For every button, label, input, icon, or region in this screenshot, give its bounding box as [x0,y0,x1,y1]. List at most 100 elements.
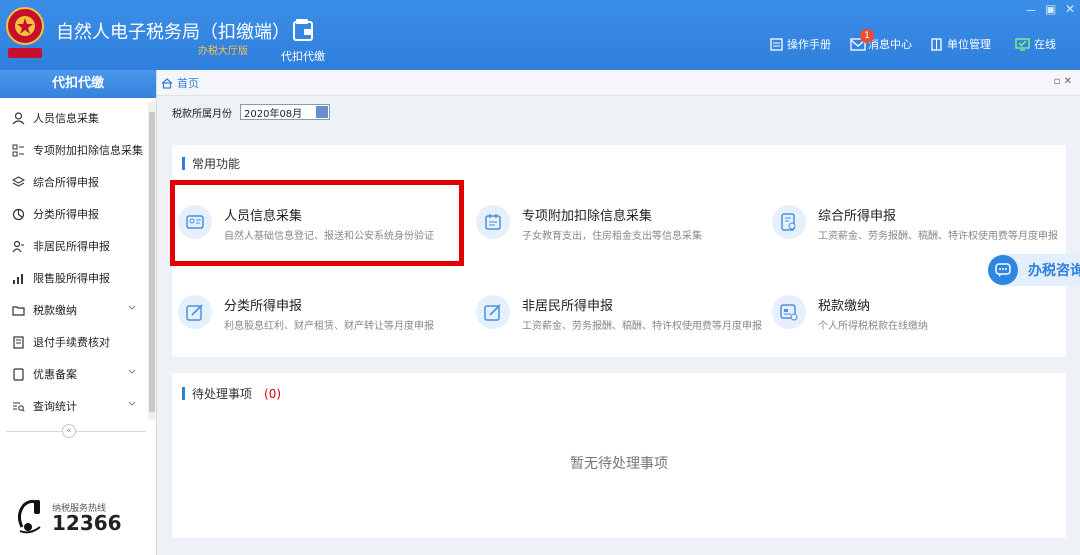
layers-icon [12,175,25,187]
sidebar-item-label: 税款缴纳 [33,304,77,317]
sidebar-item-refund-fee-check[interactable]: 退付手续费核对 [0,326,148,358]
person-icon [12,111,25,124]
function-card-title: 分类所得申报 [224,299,303,314]
pending-count: (0) [264,386,282,401]
divider [6,431,146,432]
online-status-link[interactable]: 在线 [1015,36,1056,52]
sidebar-item-label: 退付手续费核对 [33,336,110,349]
hotline-number: 12366 [52,511,122,535]
message-center-label: 消息中心 [868,38,912,51]
form-icon [772,205,806,239]
pending-empty-message: 暂无待处理事项 [570,456,668,472]
app-subtitle: 办税大厅版 [198,46,248,57]
period-label: 税款所属月份 [172,108,232,120]
close-button[interactable]: ✕ [1065,2,1075,16]
function-card-desc: 工资薪金、劳务报酬、稿酬、特许权使用费等月度申报 [522,321,762,332]
calendar-icon [476,205,510,239]
sidebar: 代扣代缴 人员信息采集 专项附加扣除信息采集 综合所得申报 分类所得申报 非居民… [0,70,157,555]
chat-icon [988,255,1018,285]
online-monitor-icon [1015,37,1030,51]
period-value: 2020年08月 [244,108,303,120]
service-hotline: 纳税服务热线 12366 [14,497,144,537]
function-card-special-deduction[interactable]: 专项附加扣除信息采集 子女教育支出，住房租金支出等信息采集 [470,183,764,265]
online-status-label: 在线 [1034,38,1056,51]
tab-bar: 首页 ▫ ✕ [157,70,1080,96]
pie-icon [12,208,25,220]
bar-chart-icon [13,273,23,284]
app-title: 自然人电子税务局（扣缴端） [56,22,290,43]
headset-icon [17,499,41,534]
function-card-classified-income[interactable]: 分类所得申报 利息股息红利、财产租赁、财产转让等月度申报 [172,273,468,355]
message-badge: 1 [860,29,874,43]
sidebar-item-label: 人员信息采集 [33,112,99,125]
title-bar: 自然人电子税务局（扣缴端） 办税大厅版 代扣代缴 － ▣ ✕ 操作手册 1 消息… [0,0,1080,70]
maximize-button[interactable]: ▣ [1045,2,1056,16]
edit-icon [178,295,212,329]
building-icon [931,37,942,51]
sidebar-menu: 人员信息采集 专项附加扣除信息采集 综合所得申报 分类所得申报 非居民所得申报 … [0,102,148,422]
module-button-withholding[interactable]: 代扣代缴 [278,16,328,64]
tax-consult-label: 办税咨询 [1028,263,1080,279]
sidebar-item-special-deduction[interactable]: 专项附加扣除信息采集 [0,134,148,166]
function-card-desc: 利息股息红利、财产租赁、财产转让等月度申报 [224,321,434,332]
manual-link[interactable]: 操作手册 [770,36,831,52]
highlight-frame [170,180,464,266]
person-outline-icon [12,240,24,252]
sidebar-item-query-statistics[interactable]: 查询统计 [0,390,148,422]
function-card-nonresident-income[interactable]: 非居民所得申报 工资薪金、劳务报酬、稿酬、特许权使用费等月度申报 [470,273,764,355]
sidebar-item-personnel-info[interactable]: 人员信息采集 [0,102,148,134]
chevron-down-icon [128,401,136,406]
period-select[interactable]: 2020年08月 [240,104,330,120]
sidebar-collapse-button[interactable]: « [62,424,76,438]
search-list-icon [13,402,25,412]
pending-items-title: 待处理事项 (0) [182,385,281,402]
title-accent-bar [182,387,185,400]
chevron-down-icon [128,369,136,374]
sidebar-scrollbar[interactable] [148,102,156,420]
folder-icon [12,305,25,316]
unit-management-label: 单位管理 [947,38,991,51]
common-functions-title: 常用功能 [182,155,240,172]
scrollbar-thumb[interactable] [149,112,155,412]
manual-label: 操作手册 [787,38,831,51]
period-row: 税款所属月份 2020年08月 [172,104,330,120]
sidebar-item-restricted-shares[interactable]: 限售股所得申报 [0,262,148,294]
book-icon [770,37,783,51]
tax-emblem-logo [4,4,46,64]
function-card-title: 非居民所得申报 [522,299,614,314]
tab-home[interactable]: 首页 [161,75,199,91]
tab-home-label: 首页 [177,77,199,90]
tab-tools[interactable]: ▫ ✕ [1054,76,1072,87]
sidebar-item-label: 分类所得申报 [33,208,99,221]
tax-consult-button[interactable]: 办税咨询 [988,254,1080,286]
message-center-link[interactable]: 1 消息中心 [850,29,912,52]
home-icon [161,77,173,89]
pending-items-title-text: 待处理事项 [192,387,253,401]
chevron-down-icon [128,305,136,310]
function-card-desc: 个人所得税税款在线缴纳 [818,321,928,332]
sidebar-item-label: 专项附加扣除信息采集 [33,144,143,157]
unit-management-link[interactable]: 单位管理 [930,36,991,52]
sidebar-item-preferential-filing[interactable]: 优惠备案 [0,358,148,390]
function-card-desc: 工资薪金、劳务报酬、稿酬、特许权使用费等月度申报 [818,231,1058,242]
function-card-title: 税款缴纳 [818,299,871,314]
function-card-comprehensive-income[interactable]: 综合所得申报 工资薪金、劳务报酬、稿酬、特许权使用费等月度申报 [766,183,1066,265]
document-icon [13,367,24,381]
function-card-title: 专项附加扣除信息采集 [522,209,653,224]
sidebar-item-nonresident-income[interactable]: 非居民所得申报 [0,230,148,262]
dropdown-arrow-icon[interactable] [316,106,328,118]
common-functions-title-text: 常用功能 [192,157,241,171]
payment-icon [772,295,806,329]
sidebar-item-classified-income[interactable]: 分类所得申报 [0,198,148,230]
pending-items-panel: 待处理事项 (0) 暂无待处理事项 [172,373,1066,538]
function-card-desc: 子女教育支出，住房租金支出等信息采集 [522,231,702,242]
module-label: 代扣代缴 [281,50,325,63]
sidebar-item-label: 非居民所得申报 [33,240,110,253]
sidebar-item-label: 优惠备案 [33,368,77,381]
minimize-button[interactable]: － [1025,2,1037,19]
title-accent-bar [182,157,185,170]
edit-icon [476,295,510,329]
sidebar-item-tax-payment[interactable]: 税款缴纳 [0,294,148,326]
sidebar-item-comprehensive-income[interactable]: 综合所得申报 [0,166,148,198]
wallet-icon [293,19,313,41]
